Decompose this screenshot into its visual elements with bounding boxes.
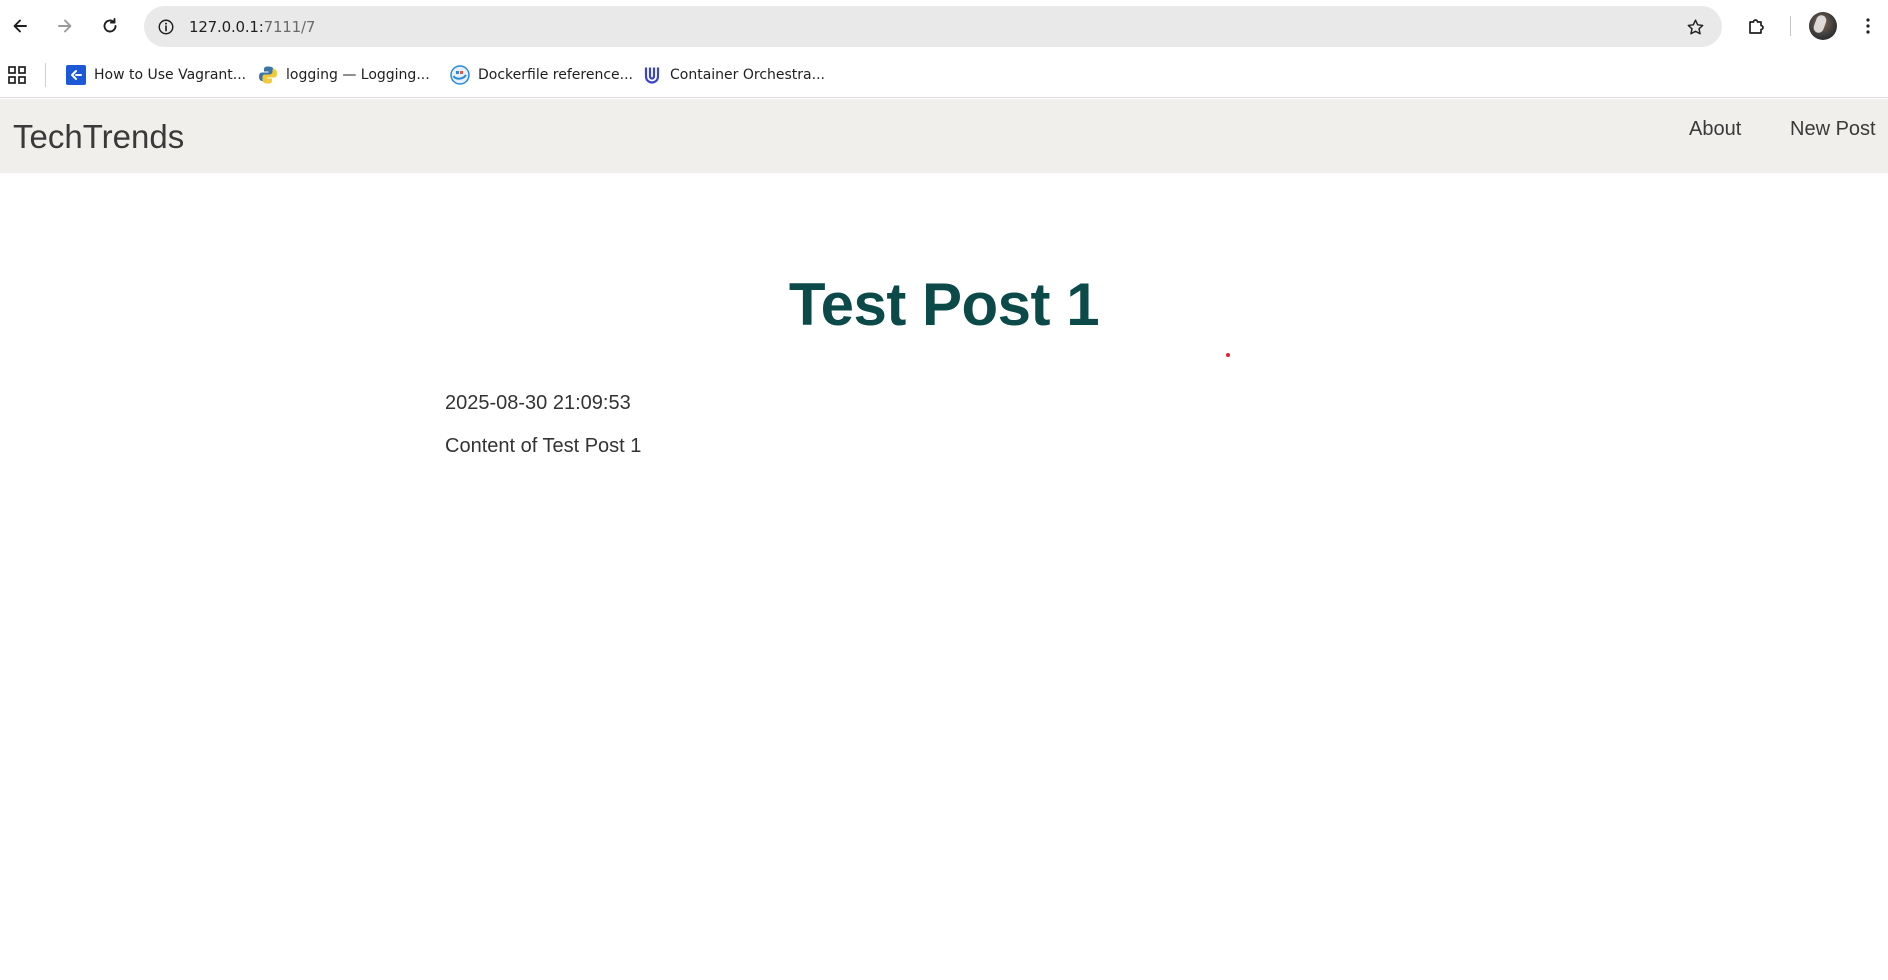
bookmark-dockerfile[interactable]: Dockerfile reference... bbox=[446, 61, 637, 89]
mouse-cursor-dot bbox=[1226, 353, 1230, 357]
browser-toolbar: 127.0.0.1:7111/7 bbox=[0, 0, 1888, 52]
address-bar[interactable]: 127.0.0.1:7111/7 bbox=[144, 6, 1722, 47]
post-content: Content of Test Post 1 bbox=[445, 435, 642, 457]
url-path: 7111/7 bbox=[263, 18, 316, 36]
bookmarks-divider bbox=[45, 63, 46, 87]
extensions-button[interactable] bbox=[1740, 10, 1772, 42]
puzzle-icon bbox=[1749, 19, 1764, 34]
bookmark-label: logging — Logging... bbox=[286, 67, 430, 83]
vagrant-icon bbox=[66, 65, 86, 85]
back-button[interactable] bbox=[4, 10, 36, 42]
bookmark-logging[interactable]: logging — Logging... bbox=[254, 61, 434, 89]
bookmark-container-orchestra[interactable]: Container Orchestra... bbox=[638, 61, 829, 89]
apps-grid-icon[interactable] bbox=[6, 64, 28, 86]
python-icon bbox=[258, 65, 278, 85]
reload-button[interactable] bbox=[94, 10, 126, 42]
back-arrow-icon bbox=[13, 19, 27, 33]
bookmark-label: Dockerfile reference... bbox=[478, 67, 633, 83]
nav-about-link[interactable]: About bbox=[1689, 118, 1741, 141]
bookmarks-bar: How to Use Vagrant... logging — Logging.… bbox=[0, 52, 1888, 98]
brand-link[interactable]: TechTrends bbox=[13, 118, 184, 156]
bookmark-star-icon[interactable] bbox=[1684, 16, 1706, 38]
url-text[interactable]: 127.0.0.1:7111/7 bbox=[189, 18, 315, 36]
browser-menu-button[interactable] bbox=[1852, 10, 1884, 42]
bookmark-label: How to Use Vagrant... bbox=[94, 67, 247, 83]
kebab-menu-icon bbox=[1866, 18, 1870, 34]
toolbar-divider bbox=[1790, 16, 1791, 36]
bookmark-label: Container Orchestra... bbox=[670, 67, 825, 83]
bookmark-vagrant[interactable]: How to Use Vagrant... bbox=[62, 61, 250, 89]
forward-arrow-icon bbox=[58, 19, 72, 33]
reload-icon bbox=[103, 18, 117, 33]
profile-avatar[interactable] bbox=[1809, 12, 1837, 40]
site-navbar: TechTrends About New Post bbox=[0, 99, 1888, 173]
nav-new-post-link[interactable]: New Post bbox=[1790, 118, 1876, 141]
post-title: Test Post 1 bbox=[788, 271, 1100, 338]
docker-icon bbox=[450, 65, 470, 85]
forward-button[interactable] bbox=[49, 10, 81, 42]
udacity-icon bbox=[642, 65, 662, 85]
post-created-date: 2025-08-30 21:09:53 bbox=[445, 392, 631, 414]
site-info-icon[interactable] bbox=[154, 15, 178, 39]
url-host: 127.0.0.1: bbox=[189, 18, 264, 36]
